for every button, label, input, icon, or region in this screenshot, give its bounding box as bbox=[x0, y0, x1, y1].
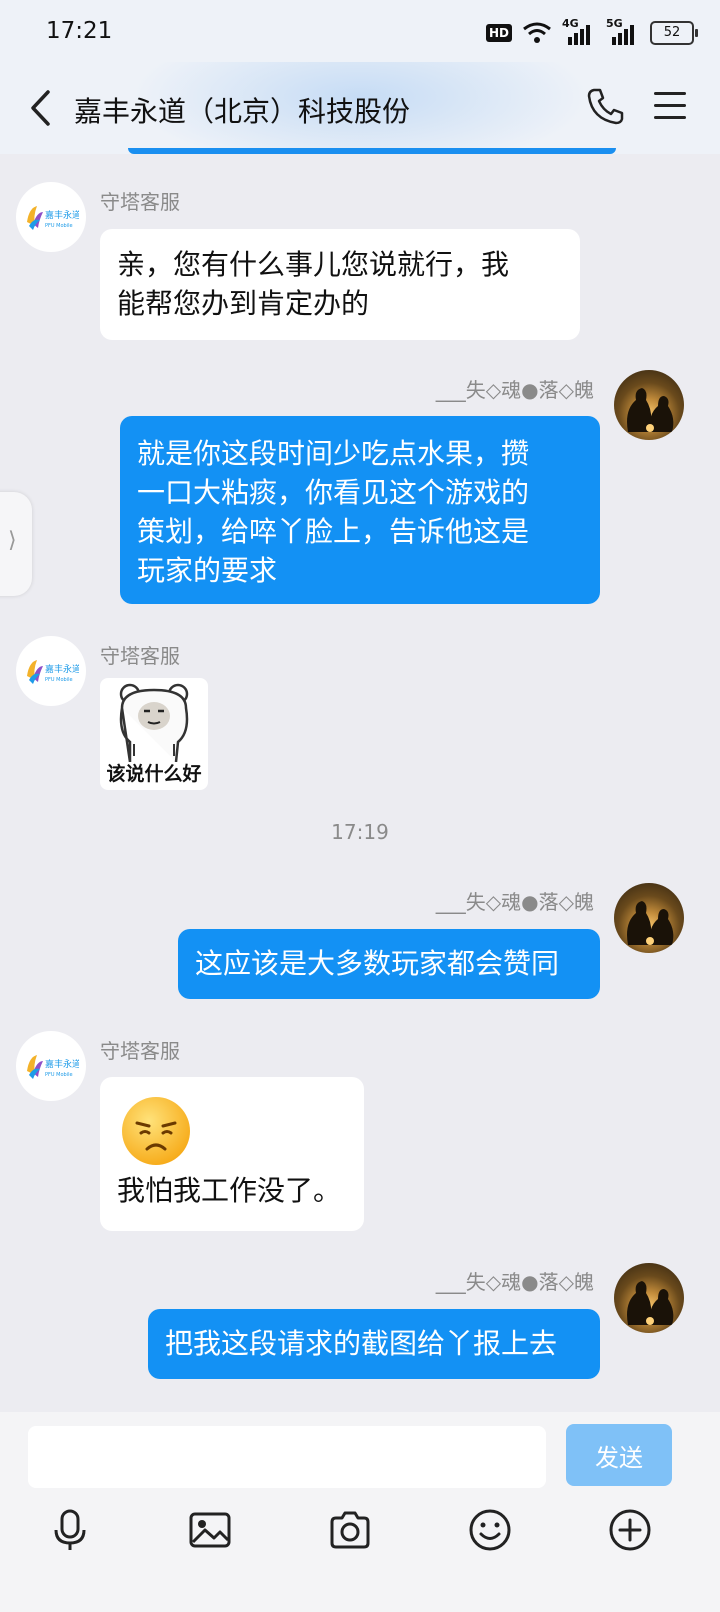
chat-header: 嘉丰永道（北京）科技股份 bbox=[0, 62, 720, 154]
brand-logo-icon: 嘉丰永道 PFU Mobile bbox=[27, 1055, 79, 1079]
sender-name: ___失◇魂●落◇魄 bbox=[435, 378, 594, 402]
sender-name: 守塔客服 bbox=[100, 190, 180, 214]
phone-icon[interactable] bbox=[586, 86, 626, 126]
message-bubble[interactable]: 我怕我工作没了。 bbox=[100, 1077, 364, 1231]
brand-logo-subtext: PFU Mobile bbox=[45, 1072, 73, 1078]
brand-logo-text: 嘉丰永道 bbox=[45, 1058, 79, 1070]
message-text: 我怕我工作没了。 bbox=[117, 1174, 342, 1207]
signal-4g-icon: 4G bbox=[562, 17, 596, 45]
chevron-right-icon: ⟩ bbox=[8, 528, 17, 553]
sticker-image[interactable]: 该说什么好 bbox=[100, 678, 208, 790]
chat-timestamp: 17:19 bbox=[331, 820, 389, 844]
image-icon[interactable] bbox=[188, 1508, 232, 1552]
message-bubble[interactable]: 把我这段请求的截图给丫报上去 bbox=[148, 1309, 600, 1379]
camera-icon[interactable] bbox=[328, 1508, 372, 1552]
penguin-avatar-icon bbox=[627, 901, 674, 945]
brand-logo-icon: 嘉丰永道 PFU Mobile bbox=[27, 660, 79, 684]
bear-meme-icon bbox=[119, 683, 189, 763]
sender-name: 守塔客服 bbox=[100, 1039, 180, 1063]
penguin-avatar-icon bbox=[627, 388, 674, 432]
status-bar: 17:21 HD 4G 5G 52 bbox=[0, 0, 720, 62]
header-accent-line bbox=[128, 148, 616, 154]
brand-logo-text: 嘉丰永道 bbox=[45, 663, 79, 675]
status-icons: HD 4G 5G 52 bbox=[485, 17, 698, 48]
penguin-avatar-icon bbox=[627, 1281, 674, 1325]
message-input[interactable] bbox=[28, 1426, 546, 1488]
input-bar: 发送 bbox=[0, 1412, 720, 1612]
avatar-self[interactable] bbox=[614, 883, 684, 953]
sender-name: ___失◇魂●落◇魄 bbox=[435, 1270, 594, 1294]
message-bubble[interactable]: 就是你这段时间少吃点水果，攒 一口大粘痰，你看见这个游戏的 策划，给啐丫脸上，告… bbox=[120, 416, 600, 604]
sender-name: ___失◇魂●落◇魄 bbox=[435, 890, 594, 914]
plus-icon[interactable] bbox=[608, 1508, 652, 1552]
chat-title: 嘉丰永道（北京）科技股份 bbox=[74, 95, 411, 128]
avatar-customer-service[interactable]: 嘉丰永道 PFU Mobile bbox=[16, 1031, 86, 1101]
back-icon[interactable] bbox=[28, 88, 52, 128]
status-time: 17:21 bbox=[46, 18, 113, 44]
avatar-self[interactable] bbox=[614, 370, 684, 440]
sender-name: 守塔客服 bbox=[100, 644, 180, 668]
brand-logo-text: 嘉丰永道 bbox=[45, 209, 79, 221]
avatar-customer-service[interactable]: 嘉丰永道 PFU Mobile bbox=[16, 182, 86, 252]
sad-face-emoji-icon bbox=[122, 1097, 190, 1165]
message-bubble[interactable]: 这应该是大多数玩家都会赞同 bbox=[178, 929, 600, 999]
brand-logo-subtext: PFU Mobile bbox=[45, 677, 73, 683]
sticker-caption: 该说什么好 bbox=[106, 763, 202, 785]
brand-logo-subtext: PFU Mobile bbox=[45, 223, 73, 229]
wifi-icon bbox=[523, 22, 551, 43]
send-button[interactable]: 发送 bbox=[566, 1424, 672, 1486]
avatar-self[interactable] bbox=[614, 1263, 684, 1333]
menu-icon[interactable] bbox=[654, 92, 686, 120]
microphone-icon[interactable] bbox=[48, 1508, 92, 1552]
brand-logo-icon: 嘉丰永道 PFU Mobile bbox=[27, 206, 79, 230]
side-drawer-handle[interactable]: ⟩ bbox=[0, 492, 32, 596]
battery-icon: 52 bbox=[650, 21, 698, 45]
emoji-icon[interactable] bbox=[468, 1508, 512, 1552]
avatar-customer-service[interactable]: 嘉丰永道 PFU Mobile bbox=[16, 636, 86, 706]
hd-voice-icon: HD bbox=[485, 24, 512, 42]
message-bubble[interactable]: 亲，您有什么事儿您说就行，我 能帮您办到肯定办的 bbox=[100, 229, 580, 340]
signal-5g-icon: 5G bbox=[606, 17, 640, 45]
